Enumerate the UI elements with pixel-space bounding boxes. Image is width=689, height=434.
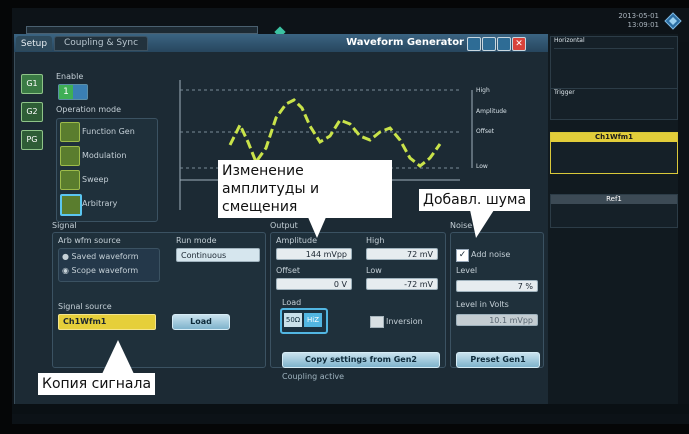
add-noise-checkbox[interactable]: ✓ bbox=[456, 249, 469, 262]
load-50-ohm[interactable]: 50Ω bbox=[284, 313, 302, 327]
mode-sweep[interactable]: Sweep bbox=[82, 175, 109, 185]
arb-source-scope-label: Scope waveform bbox=[71, 266, 139, 275]
ref1-block[interactable]: Ref1 bbox=[550, 194, 678, 228]
tab-setup[interactable]: Setup bbox=[16, 36, 52, 51]
enable-toggle[interactable]: 1 bbox=[58, 84, 88, 100]
bottom-status-bar bbox=[12, 404, 689, 414]
callout-noise-arrow-icon bbox=[470, 210, 494, 238]
noise-level-field[interactable]: 7 % bbox=[456, 280, 538, 292]
load-hiz[interactable]: HiZ bbox=[304, 313, 322, 327]
horizontal-title: Horizontal bbox=[554, 37, 585, 44]
load-waveform-button[interactable]: Load bbox=[172, 314, 230, 330]
inversion-checkbox[interactable] bbox=[370, 316, 384, 328]
mode-arbitrary[interactable]: Arbitrary bbox=[82, 199, 117, 209]
coupling-status: Coupling active bbox=[282, 372, 345, 381]
channel-button-pg[interactable]: PG bbox=[21, 130, 43, 150]
signal-source-value: Ch1Wfm1 bbox=[63, 317, 107, 326]
arb-source-saved-label: Saved waveform bbox=[71, 252, 139, 261]
enable-label: Enable bbox=[56, 72, 84, 81]
ref1-title: Ref1 bbox=[551, 195, 677, 204]
arb-source-scope[interactable]: ◉ Scope waveform bbox=[62, 266, 138, 276]
horizontal-details bbox=[554, 48, 674, 79]
channel-button-g2[interactable]: G2 bbox=[21, 102, 43, 122]
channel-button-g1[interactable]: G1 bbox=[21, 74, 43, 94]
close-button[interactable]: ✕ bbox=[512, 37, 526, 51]
preview-label-low: Low bbox=[476, 163, 488, 170]
signal-source-select[interactable]: Ch1Wfm1 bbox=[58, 314, 156, 330]
modulation-icon[interactable] bbox=[60, 146, 80, 166]
minimize-button[interactable] bbox=[482, 37, 496, 51]
close-icon: ✕ bbox=[515, 39, 523, 49]
preview-label-high: High bbox=[476, 87, 490, 94]
enable-toggle-on: 1 bbox=[59, 85, 73, 99]
run-mode-select[interactable]: Continuous bbox=[176, 248, 260, 262]
signal-label: Signal bbox=[52, 221, 77, 230]
level-volts-field: 10.1 mVpp bbox=[456, 314, 538, 326]
callout-noise: Добавл. шума bbox=[419, 189, 531, 211]
window-title: Waveform Generator bbox=[346, 37, 464, 48]
help-button[interactable] bbox=[497, 37, 511, 51]
add-noise-label: Add noise bbox=[471, 250, 511, 259]
mode-modulation[interactable]: Modulation bbox=[82, 151, 126, 161]
low-field[interactable]: -72 mV bbox=[366, 278, 438, 290]
offset-field[interactable]: 0 V bbox=[276, 278, 352, 290]
enable-toggle-off bbox=[73, 85, 87, 99]
signal-source-label: Signal source bbox=[58, 302, 112, 311]
offset-label: Offset bbox=[276, 266, 301, 275]
datetime: 2013-05-01 13:09:01 bbox=[603, 12, 659, 30]
noise-level-label: Level bbox=[456, 266, 478, 275]
low-label: Low bbox=[366, 266, 382, 275]
load-selector[interactable]: 50Ω HiZ bbox=[280, 308, 328, 334]
preset-gen-button[interactable]: Preset Gen1 bbox=[456, 352, 540, 368]
arb-source-saved[interactable]: ● Saved waveform bbox=[62, 252, 139, 262]
preview-label-amplitude: Amplitude bbox=[476, 108, 507, 115]
load-label: Load bbox=[282, 298, 302, 307]
trigger-block[interactable]: Trigger bbox=[550, 88, 678, 120]
arbitrary-icon[interactable] bbox=[60, 194, 82, 216]
ch1-wfm-block[interactable]: Ch1Wfm1 bbox=[550, 132, 678, 174]
callout-signal-copy: Копия сигнала bbox=[38, 373, 156, 395]
ch1-wfm-title: Ch1Wfm1 bbox=[551, 133, 677, 142]
copy-settings-button[interactable]: Copy settings from Gen2 bbox=[282, 352, 440, 368]
inversion-label: Inversion bbox=[386, 317, 423, 326]
output-label: Output bbox=[270, 221, 298, 230]
callout-amplitude-arrow-icon bbox=[304, 208, 330, 238]
horizontal-position-bar[interactable] bbox=[26, 26, 258, 34]
time-text: 13:09:01 bbox=[627, 21, 659, 29]
amplitude-field[interactable]: 144 mVpp bbox=[276, 248, 352, 260]
mode-function-gen[interactable]: Function Gen bbox=[82, 127, 135, 137]
function-gen-icon[interactable] bbox=[60, 122, 80, 142]
high-field[interactable]: 72 mV bbox=[366, 248, 438, 260]
rs-logo-icon bbox=[664, 12, 682, 30]
preview-label-offset: Offset bbox=[476, 128, 495, 135]
check-icon: ✓ bbox=[458, 250, 467, 260]
arb-source-label: Arb wfm source bbox=[58, 236, 121, 245]
operation-mode-label: Operation mode bbox=[56, 105, 122, 114]
sweep-icon[interactable] bbox=[60, 170, 80, 190]
date-text: 2013-05-01 bbox=[618, 12, 659, 20]
callout-signal-arrow-icon bbox=[102, 340, 134, 374]
restore-button[interactable] bbox=[467, 37, 481, 51]
tab-coupling-sync[interactable]: Coupling & Sync bbox=[54, 36, 148, 51]
level-volts-label: Level in Volts bbox=[456, 300, 509, 309]
horizontal-block[interactable]: Horizontal bbox=[550, 36, 678, 90]
run-mode-label: Run mode bbox=[176, 236, 217, 245]
trigger-title: Trigger bbox=[554, 89, 575, 96]
high-label: High bbox=[366, 236, 385, 245]
